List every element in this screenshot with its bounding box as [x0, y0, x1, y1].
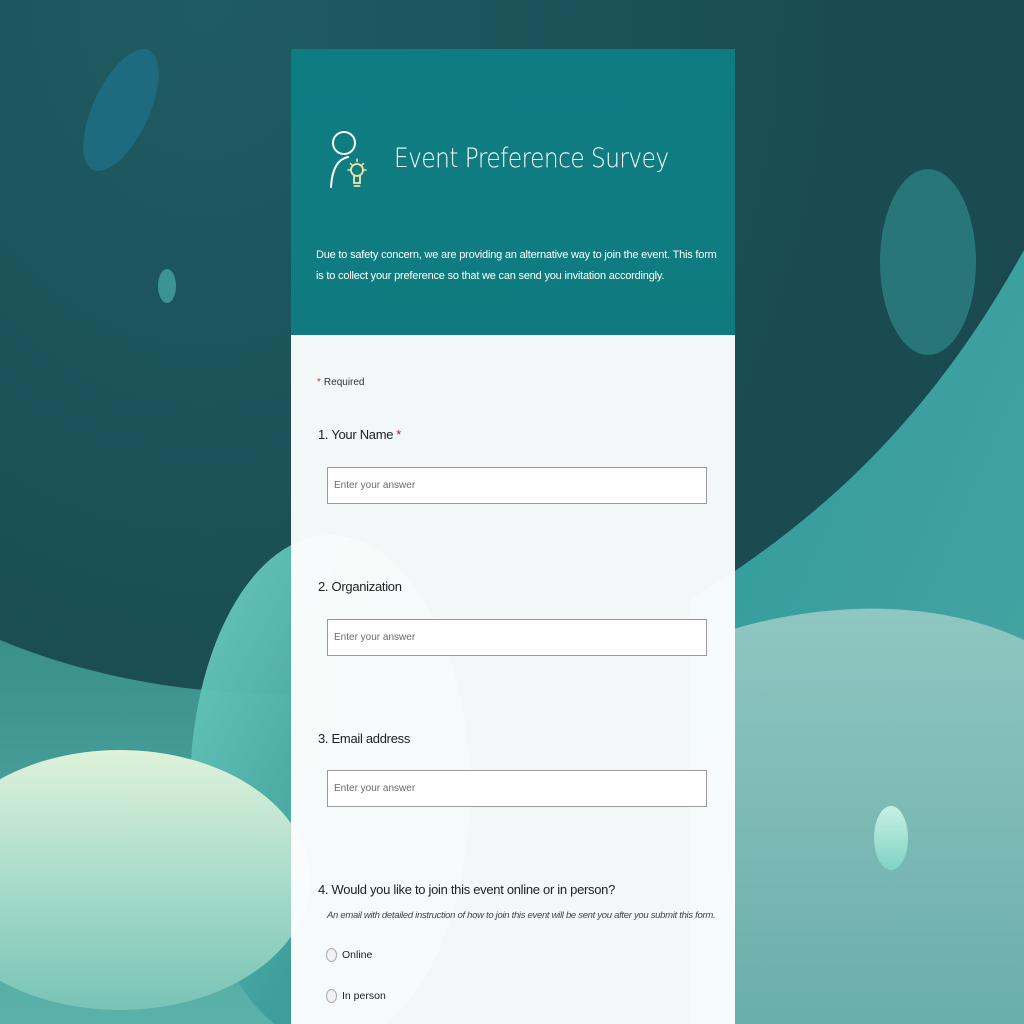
radio-option-online[interactable]: Online	[326, 947, 372, 963]
question-1-required-star: *	[396, 427, 401, 442]
organization-input[interactable]	[328, 620, 706, 655]
question-1-text: 1. Your Name	[318, 427, 394, 442]
radio-option-in-person[interactable]: In person	[326, 988, 386, 1004]
form-title: Event Preference Survey	[394, 143, 669, 174]
form-body: *Required 1. Your Name* 2. Organization …	[291, 335, 735, 1024]
question-3-answer-box[interactable]	[327, 770, 707, 807]
radio-button-icon[interactable]	[326, 989, 337, 1003]
question-3-label: 3. Email address	[318, 731, 411, 746]
question-1-answer-box[interactable]	[327, 467, 707, 504]
question-4-subtitle: An email with detailed instruction of ho…	[327, 910, 716, 921]
form-description: Due to safety concern, we are providing …	[316, 249, 717, 282]
radio-label-in-person[interactable]: In person	[342, 990, 386, 1002]
question-2-answer-box[interactable]	[327, 619, 707, 656]
form-card: Event Preference Survey Due to safety co…	[291, 49, 735, 1024]
email-input[interactable]	[328, 771, 706, 806]
question-2-label: 2. Organization	[318, 579, 402, 594]
required-note-text: Required	[323, 377, 365, 388]
question-1-label: 1. Your Name *	[318, 427, 401, 442]
form-header: Event Preference Survey Due to safety co…	[291, 49, 735, 335]
radio-button-icon[interactable]	[326, 948, 337, 962]
person-lightbulb-icon	[330, 131, 367, 188]
name-input[interactable]	[328, 468, 706, 503]
required-note: * Required	[317, 377, 365, 388]
required-star: *	[317, 377, 321, 388]
radio-label-online[interactable]: Online	[342, 949, 372, 961]
question-4-label: 4. Would you like to join this event onl…	[318, 882, 616, 897]
